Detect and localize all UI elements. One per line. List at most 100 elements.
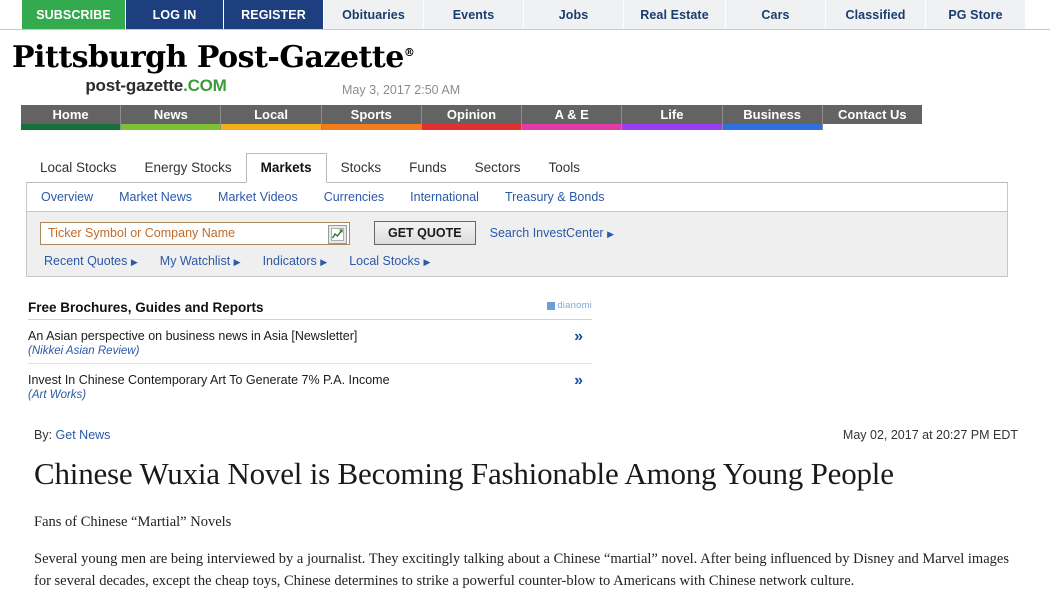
- top-nav-label: Cars: [761, 7, 790, 22]
- section-nav-label: Life: [660, 107, 684, 122]
- tab-energy-stocks[interactable]: Energy Stocks: [131, 154, 246, 182]
- brochures-title: Free Brochures, Guides and Reports: [28, 300, 264, 315]
- section-nav-item-ae[interactable]: A & E: [522, 105, 623, 130]
- section-nav-label: Opinion: [446, 107, 497, 122]
- tab-label: Local Stocks: [40, 160, 117, 175]
- search-investcenter-label: Search InvestCenter: [489, 226, 604, 240]
- section-nav-label: A & E: [554, 107, 589, 122]
- brochure-item[interactable]: Invest In Chinese Contemporary Art To Ge…: [28, 364, 592, 407]
- section-nav-label: Sports: [350, 107, 392, 122]
- top-nav-right-spacer: [1026, 0, 1050, 29]
- section-nav-item-local[interactable]: Local: [221, 105, 322, 130]
- tab-label: Stocks: [340, 160, 382, 175]
- section-nav-label: News: [153, 107, 188, 122]
- site-logo[interactable]: Pittsburgh Post-Gazette® post-gazette.CO…: [12, 36, 415, 96]
- article-subhead: Fans of Chinese “Martial” Novels: [34, 514, 232, 530]
- tab-stocks[interactable]: Stocks: [327, 154, 396, 182]
- subnav-item-market-videos[interactable]: Market Videos: [218, 190, 298, 204]
- section-nav-item-opinion[interactable]: Opinion: [421, 105, 523, 130]
- subnav-item-treasury-bonds[interactable]: Treasury & Bonds: [505, 190, 605, 204]
- top-nav-item-obituaries[interactable]: Obituaries: [324, 0, 424, 29]
- section-nav-item-life[interactable]: Life: [622, 105, 723, 130]
- chevron-double-right-icon[interactable]: »: [574, 328, 583, 346]
- markets-tab-bar: Local Stocks Energy Stocks Markets Stock…: [26, 152, 1008, 183]
- logo-domain-tld: .COM: [183, 76, 227, 95]
- section-nav-item-contact-us[interactable]: Contact Us: [822, 105, 922, 130]
- byline-label: By:: [34, 428, 53, 442]
- chevron-right-icon: ▶: [423, 257, 431, 267]
- chevron-double-right-icon[interactable]: »: [574, 372, 583, 390]
- tab-sectors[interactable]: Sectors: [461, 154, 535, 182]
- link-recent-quotes[interactable]: Recent Quotes ▶: [44, 254, 138, 268]
- section-nav-item-home[interactable]: Home: [21, 105, 122, 130]
- ticker-input-wrap: [40, 221, 350, 245]
- top-nav-label: Jobs: [558, 7, 589, 22]
- get-quote-button[interactable]: GET QUOTE: [374, 221, 476, 245]
- dianomi-logo: dianomi: [547, 300, 592, 311]
- subnav-item-overview[interactable]: Overview: [41, 190, 93, 204]
- top-nav-item-pg-store[interactable]: PG Store: [926, 0, 1026, 29]
- top-nav-label: PG Store: [948, 7, 1003, 22]
- top-nav-item-events[interactable]: Events: [424, 0, 524, 29]
- author-link[interactable]: Get News: [56, 428, 111, 442]
- section-nav-underline: [321, 124, 421, 130]
- tab-label: Funds: [409, 160, 447, 175]
- tab-label: Energy Stocks: [144, 160, 232, 175]
- byline: By: Get News: [34, 428, 110, 442]
- tab-local-stocks[interactable]: Local Stocks: [26, 154, 131, 182]
- section-nav-underline: [421, 124, 522, 130]
- brochure-title: An Asian perspective on business news in…: [28, 329, 358, 343]
- section-nav-label: Home: [52, 107, 89, 122]
- search-investcenter-link[interactable]: Search InvestCenter ▶: [490, 226, 614, 240]
- section-nav-item-news[interactable]: News: [121, 105, 222, 130]
- tab-markets[interactable]: Markets: [245, 153, 327, 183]
- subnav-item-international[interactable]: International: [410, 190, 479, 204]
- section-nav-underline: [21, 124, 121, 130]
- article-paragraph: Several young men are being interviewed …: [34, 551, 1009, 589]
- section-nav: Home News Local Sports Opinion A & E Lif…: [21, 105, 922, 130]
- sponsored-brochures-module: Free Brochures, Guides and Reports diano…: [28, 300, 592, 407]
- brochure-source: (Nikkei Asian Review): [28, 345, 140, 357]
- top-nav-label: Real Estate: [640, 7, 709, 22]
- top-nav-item-classified[interactable]: Classified: [826, 0, 926, 29]
- tab-tools[interactable]: Tools: [534, 154, 594, 182]
- link-label: Indicators: [262, 254, 317, 268]
- section-nav-underline: [622, 124, 722, 130]
- article-timestamp: May 02, 2017 at 20:27 PM EDT: [842, 428, 1018, 442]
- tab-funds[interactable]: Funds: [395, 154, 461, 182]
- link-indicators[interactable]: Indicators ▶: [263, 254, 328, 268]
- link-local-stocks[interactable]: Local Stocks ▶: [349, 254, 430, 268]
- dianomi-mark-icon: [547, 301, 556, 310]
- section-nav-item-business[interactable]: Business: [722, 105, 823, 130]
- top-nav-item-jobs[interactable]: Jobs: [524, 0, 624, 29]
- link-my-watchlist[interactable]: My Watchlist ▶: [160, 254, 241, 268]
- tab-label: Markets: [260, 160, 312, 175]
- top-nav-item-cars[interactable]: Cars: [726, 0, 826, 29]
- tab-label: Tools: [548, 160, 580, 175]
- top-nav-item-register[interactable]: REGISTER: [224, 0, 324, 29]
- top-nav-label: REGISTER: [241, 7, 306, 22]
- top-nav-item-login[interactable]: LOG IN: [126, 0, 224, 29]
- quote-shortcut-links: Recent Quotes ▶ My Watchlist ▶ Indicator…: [40, 254, 1007, 268]
- ticker-symbol-input[interactable]: [40, 221, 350, 245]
- section-nav-underline: [722, 124, 822, 130]
- brochures-header: Free Brochures, Guides and Reports diano…: [28, 300, 592, 320]
- dianomi-label: dianomi: [557, 300, 592, 311]
- top-utility-nav: SUBSCRIBE LOG IN REGISTER Obituaries Eve…: [0, 0, 1050, 30]
- section-nav-underline: [522, 124, 622, 130]
- subnav-item-market-news[interactable]: Market News: [119, 190, 192, 204]
- logo-wordmark-text: Pittsburgh Post-Gazette: [12, 40, 404, 75]
- section-nav-item-sports[interactable]: Sports: [321, 105, 422, 130]
- subnav-item-currencies[interactable]: Currencies: [324, 190, 384, 204]
- top-nav-item-real-estate[interactable]: Real Estate: [624, 0, 726, 29]
- brochure-source: (Art Works): [28, 389, 87, 401]
- masthead-datetime: May 3, 2017 2:50 AM: [342, 83, 461, 97]
- top-nav-label: Obituaries: [342, 7, 405, 22]
- brochure-item[interactable]: An Asian perspective on business news in…: [28, 320, 592, 364]
- chart-icon[interactable]: [328, 224, 347, 244]
- chevron-right-icon: ▶: [607, 229, 614, 239]
- top-nav-item-subscribe[interactable]: SUBSCRIBE: [22, 0, 126, 29]
- section-nav-underline: [221, 124, 321, 130]
- top-nav-label: Events: [452, 7, 495, 22]
- section-nav-label: Business: [743, 107, 802, 122]
